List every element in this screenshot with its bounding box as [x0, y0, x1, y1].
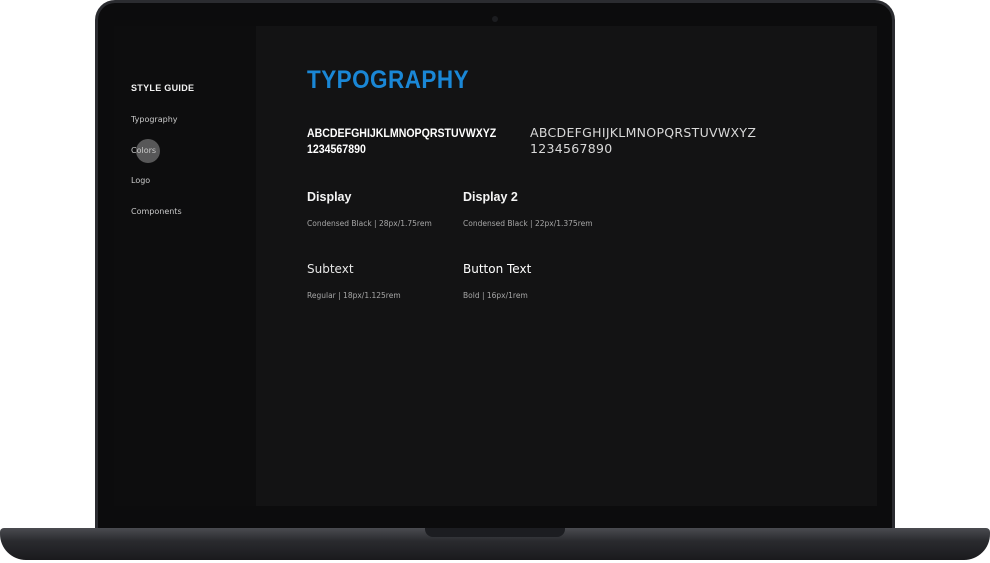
spec-subtext-detail: Regular | 18px/1.125rem — [307, 291, 401, 300]
spec-button-text-detail: Bold | 16px/1rem — [463, 291, 528, 300]
bold-font-sample: ABCDEFGHIJKLMNOPQRSTUVWXYZ 1234567890 — [307, 126, 496, 158]
bold-sample-digits: 1234567890 — [307, 144, 366, 156]
page-title: TYPOGRAPHY — [307, 66, 470, 94]
sidebar-item-logo[interactable]: Logo — [131, 176, 150, 185]
sidebar: STYLE GUIDE Typography Colors Logo Compo… — [114, 26, 256, 506]
spec-display-name: Display — [307, 190, 352, 204]
bold-sample-letters: ABCDEFGHIJKLMNOPQRSTUVWXYZ — [307, 128, 497, 140]
light-font-sample: ABCDEFGHIJKLMNOPQRSTUVWXYZ 1234567890 — [530, 125, 756, 157]
sidebar-item-typography[interactable]: Typography — [131, 115, 178, 124]
spec-display2-detail: Condensed Black | 22px/1.375rem — [463, 219, 593, 228]
laptop-base — [0, 528, 990, 560]
sidebar-heading: STYLE GUIDE — [131, 83, 195, 93]
base-notch — [425, 528, 565, 537]
screen: STYLE GUIDE Typography Colors Logo Compo… — [114, 26, 877, 506]
sidebar-item-colors[interactable]: Colors — [131, 146, 156, 155]
camera-icon — [492, 16, 498, 22]
spec-subtext-name: Subtext — [307, 262, 354, 276]
light-sample-digits: 1234567890 — [530, 141, 613, 156]
spec-button-text-name: Button Text — [463, 262, 532, 276]
sidebar-item-components[interactable]: Components — [131, 207, 182, 216]
light-sample-letters: ABCDEFGHIJKLMNOPQRSTUVWXYZ — [530, 125, 757, 140]
spec-display-detail: Condensed Black | 28px/1.75rem — [307, 219, 432, 228]
spec-display2-name: Display 2 — [463, 190, 518, 204]
